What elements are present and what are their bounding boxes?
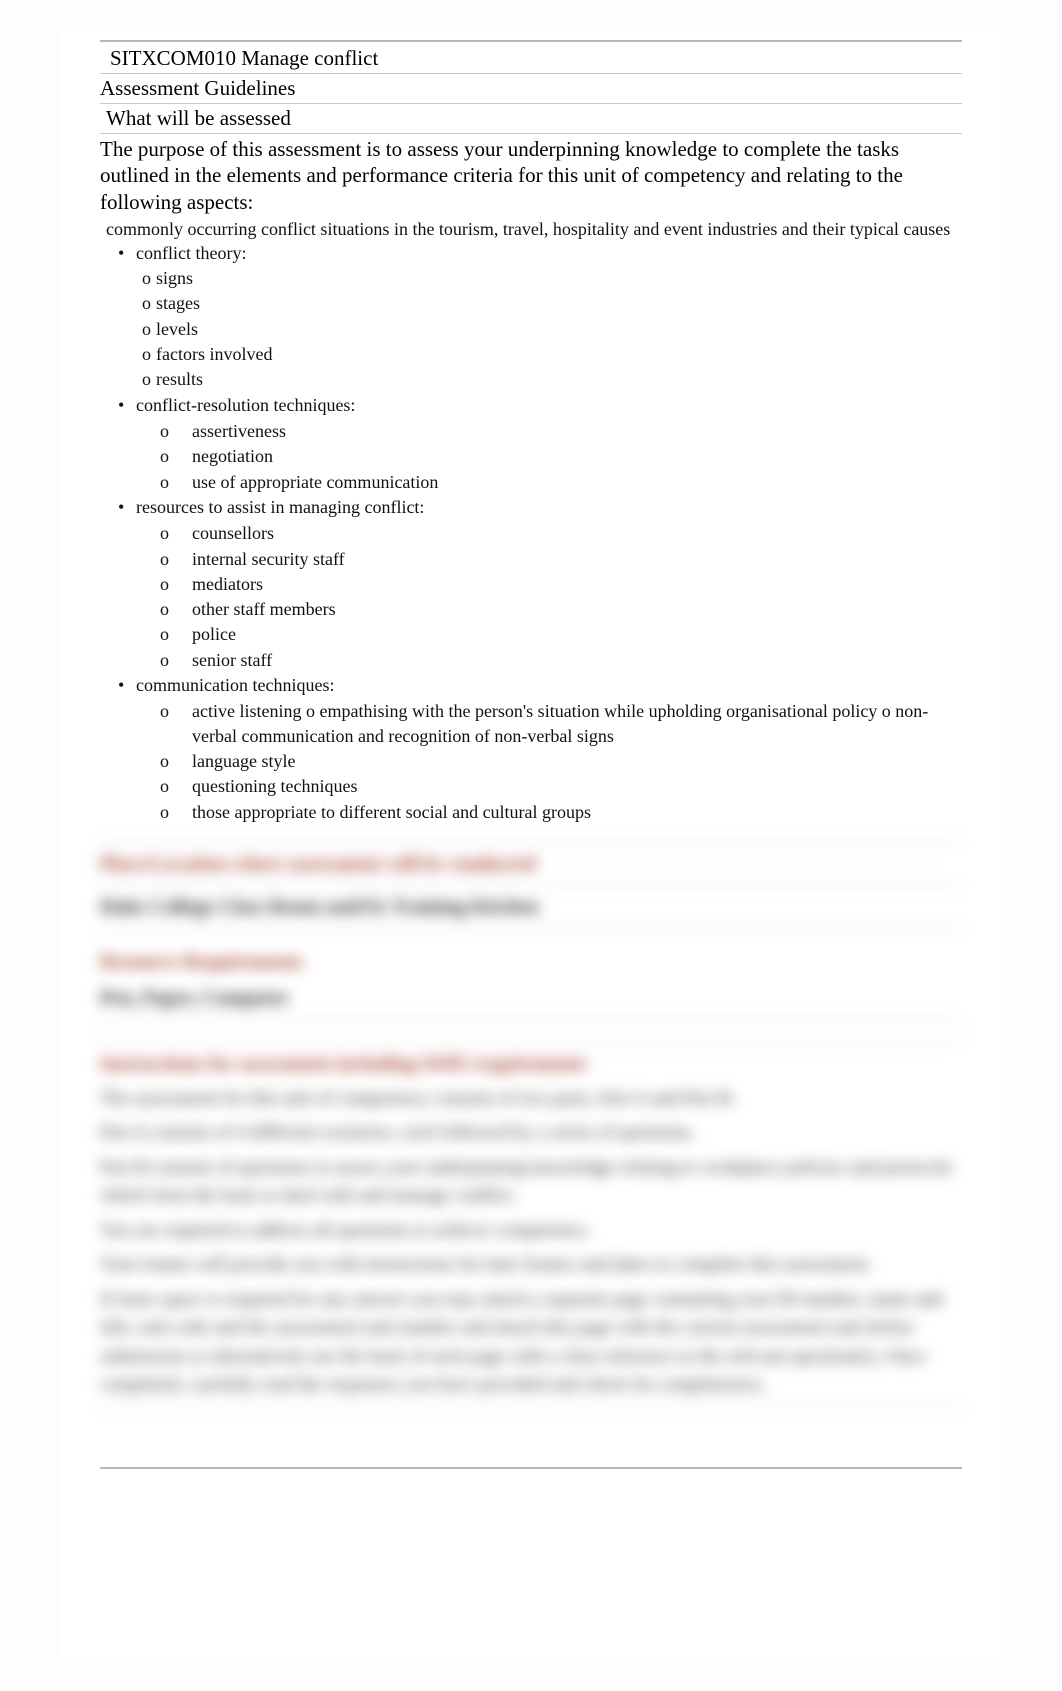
blur-para-3: Part B consists of questions to assess y… — [100, 1154, 962, 1211]
sub-list: oassertivenessonegotiationouse of approp… — [160, 419, 962, 494]
blur-para-1: The assessment for this unit of competen… — [100, 1085, 962, 1114]
sub-item: onegotiation — [160, 444, 962, 468]
sub-marker: o — [160, 774, 192, 798]
sub-marker: o — [160, 547, 192, 571]
sub-list: osignsostagesolevelsofactors involvedore… — [142, 266, 962, 391]
sub-text: factors involved — [156, 342, 272, 366]
sub-marker: o — [160, 648, 192, 672]
sub-text: internal security staff — [192, 547, 345, 571]
sub-text: signs — [156, 266, 193, 290]
bullet-label: resources to assist in managing conflict… — [136, 497, 424, 517]
sub-marker: o — [142, 367, 156, 391]
sub-item: omediators — [160, 572, 962, 596]
sub-text: police — [192, 622, 236, 646]
blurred-content: Place/Location where assessment will be … — [100, 842, 962, 1407]
sub-marker: o — [160, 521, 192, 545]
sub-marker: o — [160, 470, 192, 494]
blur-para-6: If more space is required for any answer… — [100, 1286, 962, 1400]
bullet-item: conflict-resolution techniques: — [118, 394, 962, 417]
sub-item: oassertiveness — [160, 419, 962, 443]
sub-text: those appropriate to different social an… — [192, 800, 591, 824]
sub-item: olevels — [142, 317, 962, 341]
purpose-text: The purpose of this assessment is to ass… — [100, 136, 962, 215]
sub-text: negotiation — [192, 444, 273, 468]
sub-text: levels — [156, 317, 198, 341]
bullet-item: resources to assist in managing conflict… — [118, 496, 962, 519]
sub-marker: o — [142, 317, 156, 341]
blur-heading-4: Pen, Paper, Computer — [100, 983, 962, 1013]
sub-item: oquestioning techniques — [160, 774, 962, 798]
sub-text: senior staff — [192, 648, 272, 672]
blur-heading-5: Instructions for assessment including WH… — [100, 1049, 962, 1079]
sub-heading: What will be assessed — [106, 106, 962, 131]
sub-item: ointernal security staff — [160, 547, 962, 571]
sub-item: othose appropriate to different social a… — [160, 800, 962, 824]
sub-text: stages — [156, 291, 200, 315]
sub-item: oresults — [142, 367, 962, 391]
sub-item: ofactors involved — [142, 342, 962, 366]
bullet-item: conflict theory:osignsostagesolevelsofac… — [118, 242, 962, 392]
sub-marker: o — [142, 266, 156, 290]
sub-marker: o — [160, 597, 192, 621]
bullet-label: conflict theory: — [136, 243, 246, 263]
sub-text: other staff members — [192, 597, 336, 621]
sub-text: mediators — [192, 572, 263, 596]
sub-item: ouse of appropriate communication — [160, 470, 962, 494]
sub-marker: o — [160, 800, 192, 824]
blur-heading-2: Duke College Class Room and/Or Training … — [100, 892, 962, 922]
sub-item: olanguage style — [160, 749, 962, 773]
sub-marker: o — [160, 749, 192, 773]
sub-text: assertiveness — [192, 419, 286, 443]
sub-text: counsellors — [192, 521, 274, 545]
sub-item: osenior staff — [160, 648, 962, 672]
blur-heading-3: Resource Requirements — [100, 947, 962, 977]
bullet-label: communication techniques: — [136, 675, 334, 695]
unit-title: SITXCOM010 Manage conflict — [110, 46, 962, 71]
sub-item: oactive listening o empathising with the… — [160, 699, 962, 748]
blur-para-4: You are required to address all question… — [100, 1217, 962, 1246]
sub-marker: o — [142, 342, 156, 366]
sub-marker: o — [160, 444, 192, 468]
sub-list: oactive listening o empathising with the… — [160, 699, 962, 823]
sub-text: use of appropriate communication — [192, 470, 438, 494]
sub-marker: o — [160, 419, 192, 443]
bullet-list: conflict theory:osignsostagesolevelsofac… — [118, 242, 962, 824]
sub-item: ocounsellors — [160, 521, 962, 545]
sub-marker: o — [160, 572, 192, 596]
sub-list: ocounsellorsointernal security staffomed… — [160, 521, 962, 672]
blur-para-5: Your trainer will provide you with instr… — [100, 1251, 962, 1280]
sub-item: ostages — [142, 291, 962, 315]
blur-heading-1: Place/Location where assessment will be … — [100, 849, 962, 879]
sub-text: questioning techniques — [192, 774, 357, 798]
sub-text: active listening o empathising with the … — [192, 699, 962, 748]
sub-text: results — [156, 367, 203, 391]
sub-marker: o — [160, 622, 192, 646]
section-heading: Assessment Guidelines — [100, 76, 962, 101]
sub-item: oother staff members — [160, 597, 962, 621]
bullet-label: conflict-resolution techniques: — [136, 395, 355, 415]
sub-item: osigns — [142, 266, 962, 290]
sub-item: opolice — [160, 622, 962, 646]
sub-text: language style — [192, 749, 295, 773]
intro-line: commonly occurring conflict situations i… — [106, 219, 962, 240]
blur-para-2: Part A consists of 4 different scenarios… — [100, 1119, 962, 1148]
sub-marker: o — [160, 699, 192, 748]
bullet-item: communication techniques: — [118, 674, 962, 697]
sub-marker: o — [142, 291, 156, 315]
